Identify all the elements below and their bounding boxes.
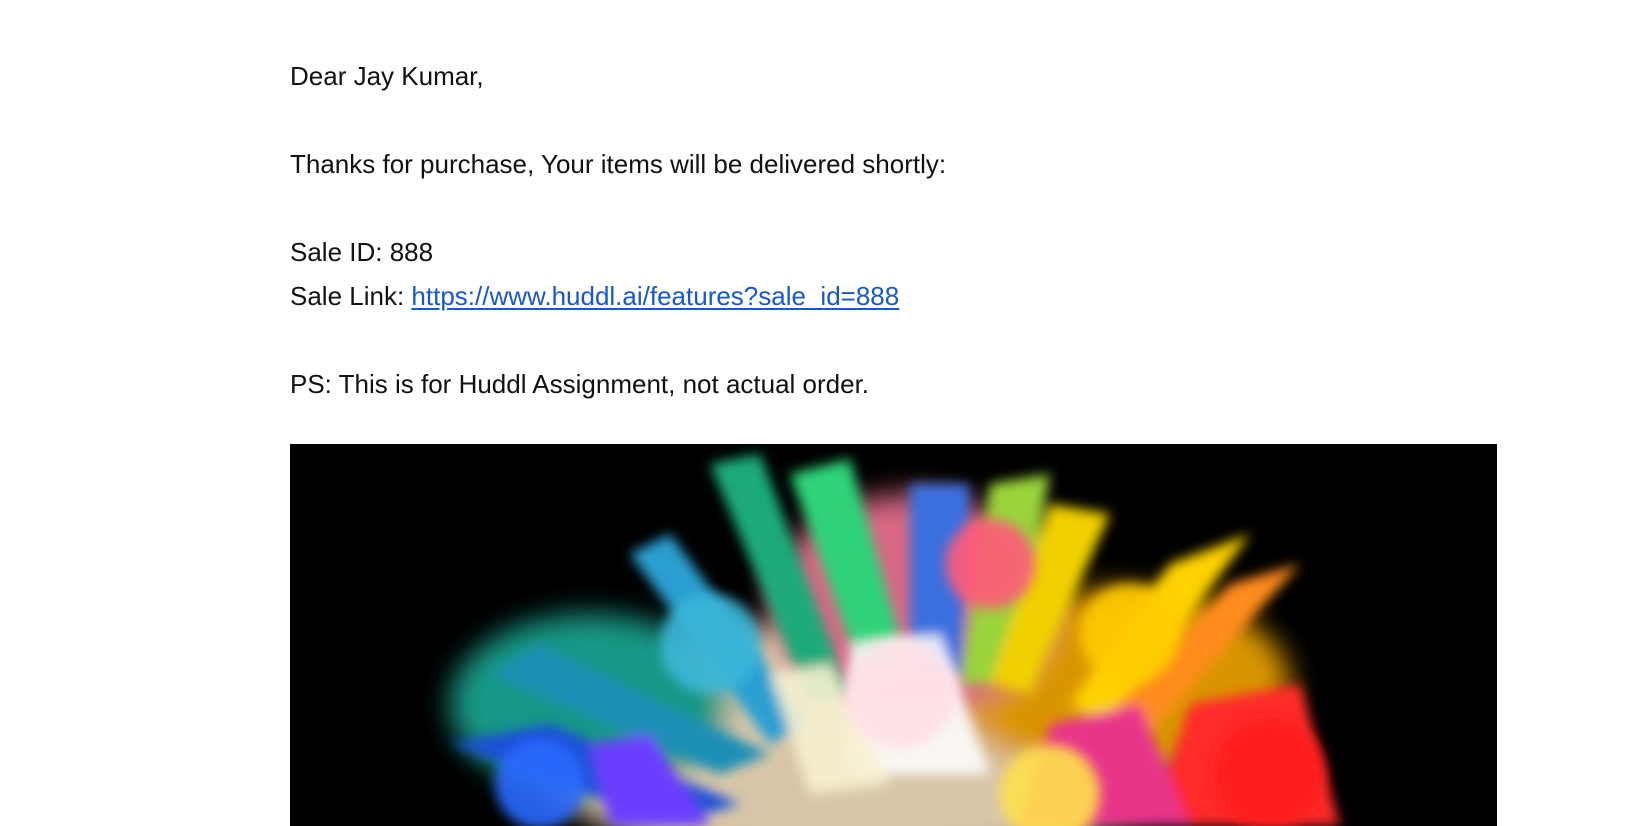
email-body: Dear Jay Kumar, Thanks for purchase, You… xyxy=(290,0,1500,826)
banner-artwork xyxy=(450,454,1340,826)
ps-text: PS: This is for Huddl Assignment, not ac… xyxy=(290,369,870,399)
color-powder-explosion-image xyxy=(290,444,1497,826)
sale-link-label: Sale Link: xyxy=(290,281,412,311)
sale-link-row: Sale Link: https://www.huddl.ai/features… xyxy=(290,280,899,312)
sale-id-text: Sale ID: 888 xyxy=(290,237,434,267)
sale-link[interactable]: https://www.huddl.ai/features?sale_id=88… xyxy=(411,281,899,311)
greeting-text: Dear Jay Kumar, xyxy=(290,61,484,91)
thanks-text: Thanks for purchase, Your items will be … xyxy=(290,149,947,179)
